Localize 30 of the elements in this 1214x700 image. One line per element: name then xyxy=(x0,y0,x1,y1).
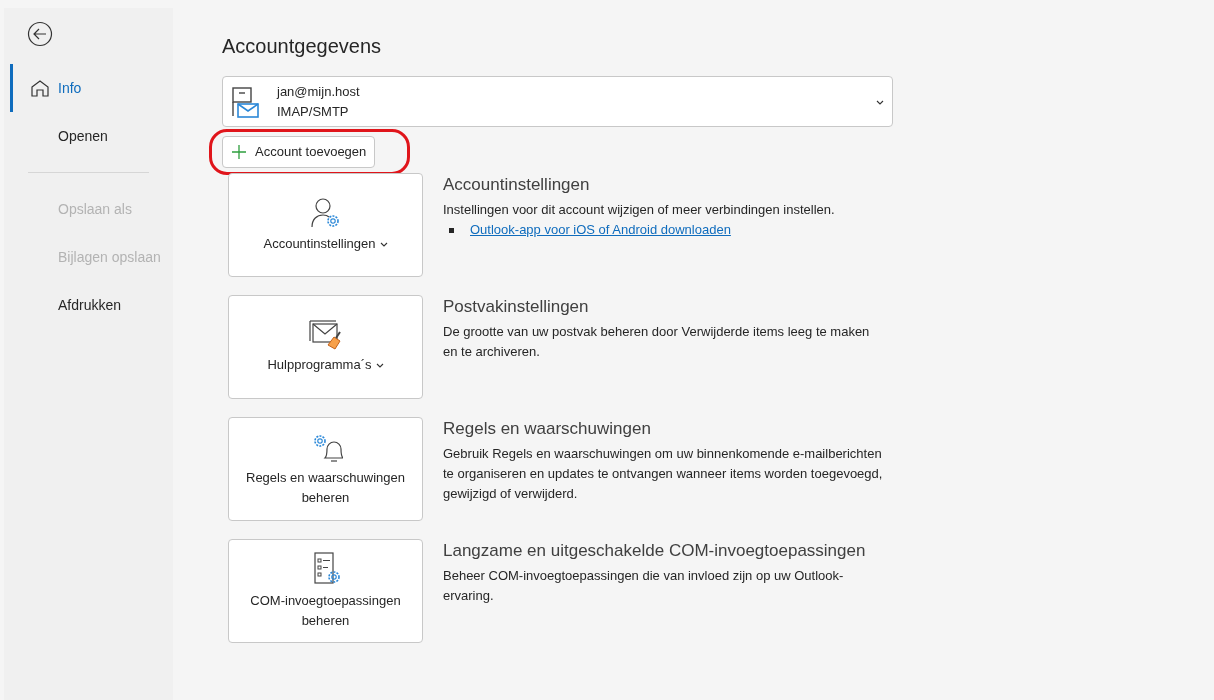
page-title: Accountgegevens xyxy=(222,34,382,59)
home-icon xyxy=(30,79,50,97)
section-title: Regels en waarschuwingen xyxy=(443,418,652,440)
section-description: Instellingen voor dit account wijzigen of meer verbindingen instellen. xyxy=(443,201,836,219)
mail-account-icon xyxy=(231,85,261,118)
section-title: Postvakinstellingen xyxy=(443,296,590,318)
chevron-down-icon xyxy=(375,363,384,369)
section-button[interactable]: Accountinstellingen xyxy=(228,173,423,277)
plus-icon xyxy=(231,144,247,160)
bullet-icon xyxy=(449,227,454,233)
section-button[interactable]: COM-invoegtoepassingen beheren xyxy=(228,539,423,643)
section-button[interactable]: Hulpprogramma´s xyxy=(228,295,423,399)
section-title: Accountinstellingen xyxy=(443,174,591,196)
section-description: Gebruik Regels en waarschuwingen om uw binnenkomende e-mailberichten te organiseren en updates te ontvangen wanneer items worden toegevoegd, gewijzigd of verwijderd. xyxy=(443,445,883,503)
section-button[interactable]: Regels en waarschuwingen beheren xyxy=(228,417,423,521)
account-dropdown[interactable]: jan@mijn.host IMAP/SMTP xyxy=(222,76,893,127)
account-type: IMAP/SMTP xyxy=(277,102,350,121)
section-description: De grootte van uw postvak beheren door Verwijderde items leeg te maken en te archiveren. xyxy=(443,323,871,361)
add-account-button[interactable]: Account toevoegen xyxy=(222,136,376,168)
envelope-brush-icon xyxy=(307,319,344,351)
chevron-down-icon xyxy=(876,99,884,105)
chevron-down-icon xyxy=(379,242,388,248)
download-link[interactable]: Outlook-app voor iOS of Android downloaden xyxy=(470,220,731,240)
back-button[interactable] xyxy=(26,20,54,48)
sidebar-item[interactable]: Afdrukken xyxy=(4,281,173,329)
sidebar-item[interactable]: Info xyxy=(10,64,173,112)
section-title: Langzame en uitgeschakelde COM-invoegtoepassingen xyxy=(443,540,867,562)
section-description: Beheer COM-invoegtoepassingen die van invloed zijn op uw Outlook-ervaring. xyxy=(443,567,845,605)
sidebar-item[interactable]: Openen xyxy=(4,112,173,160)
account-email: jan@mijn.host xyxy=(277,82,360,101)
